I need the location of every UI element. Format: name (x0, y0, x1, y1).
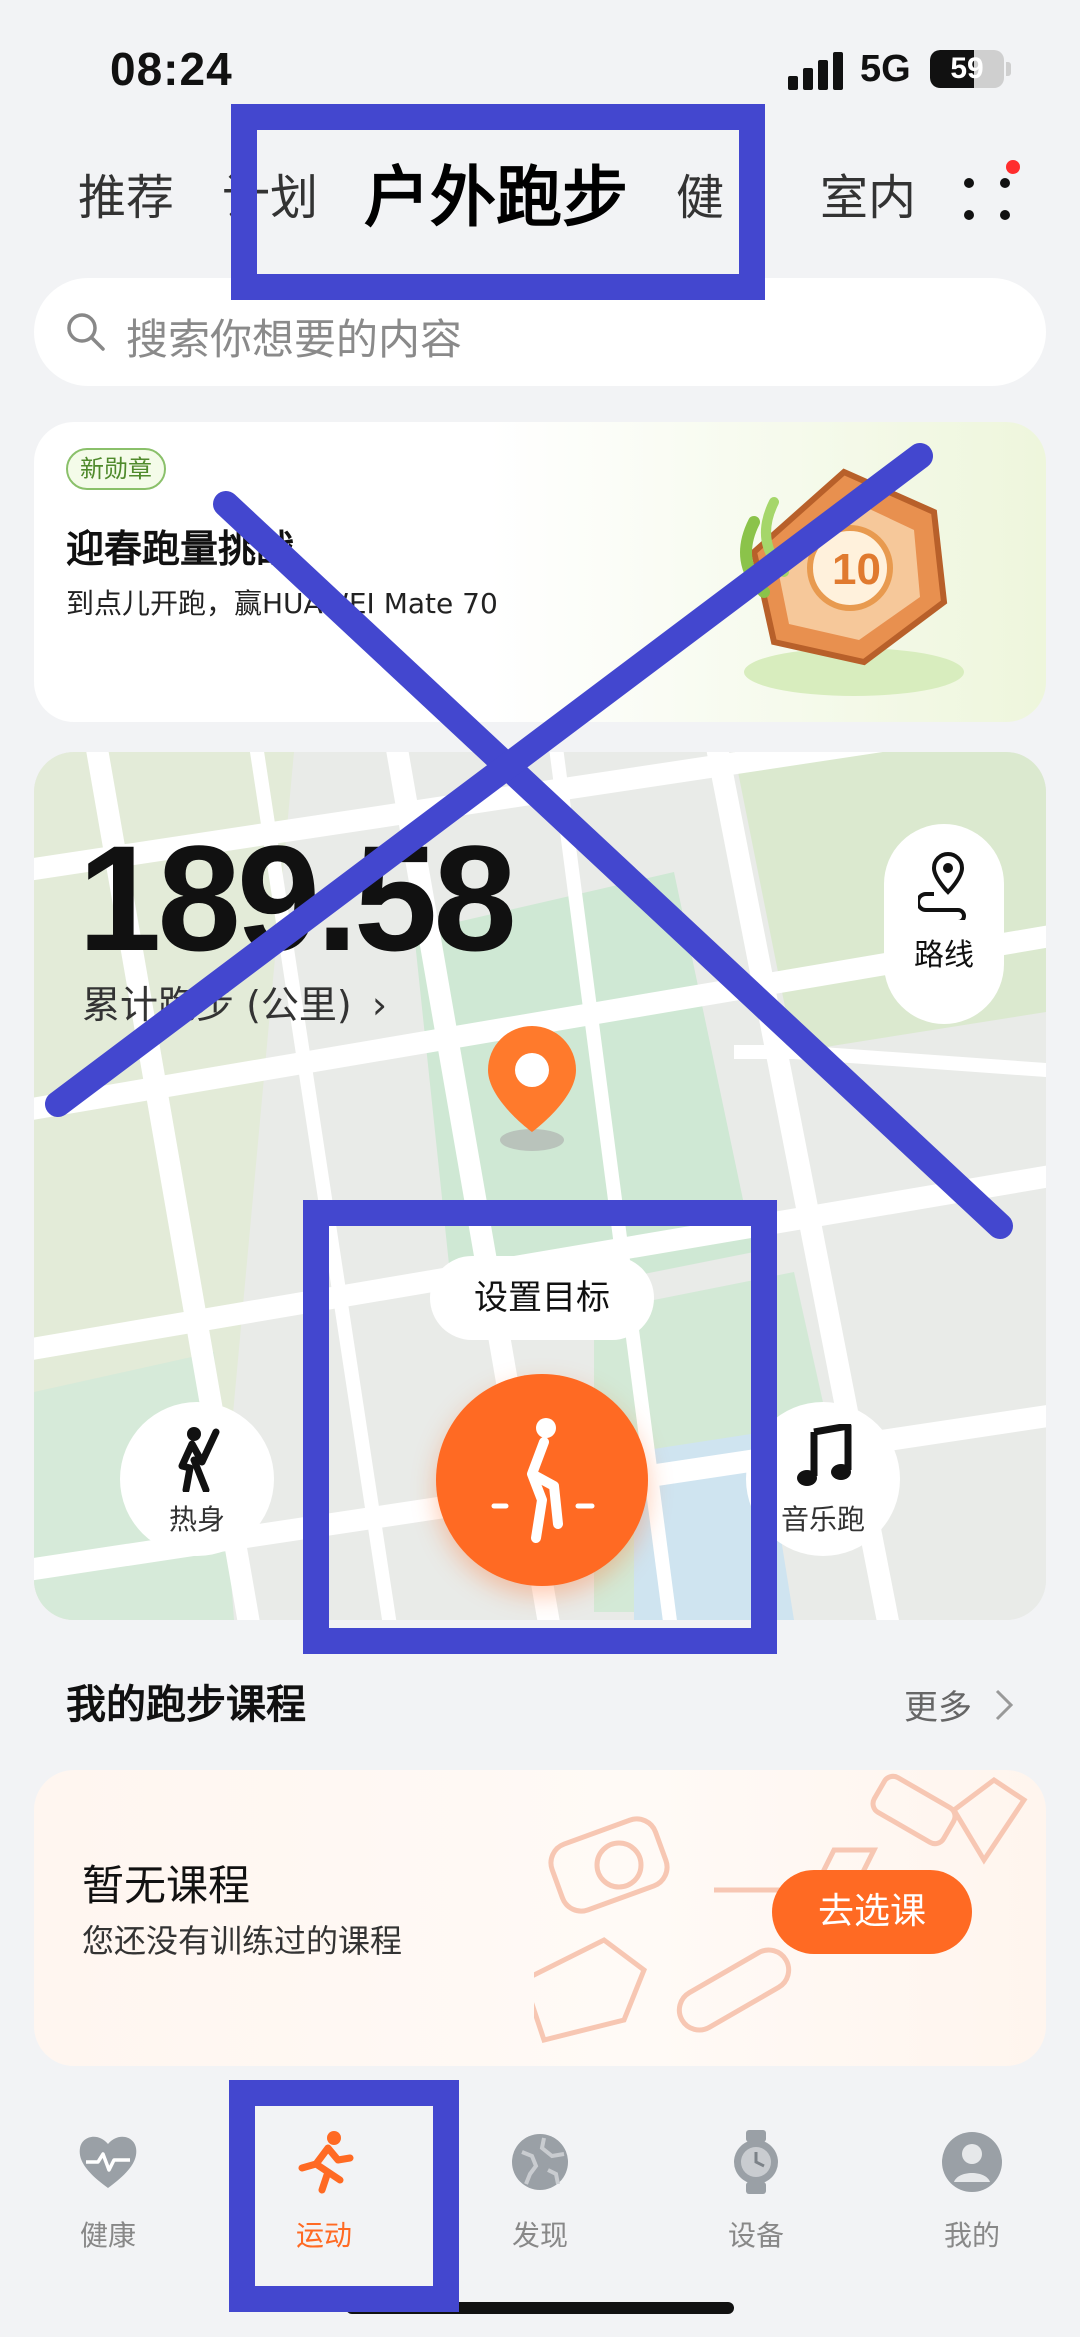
tab-recommend[interactable]: 推荐 (78, 158, 174, 228)
nav-health[interactable]: 健康 (28, 2130, 188, 2280)
music-run-button[interactable]: 音乐跑 (746, 1402, 900, 1556)
medal-icon: 10 (740, 468, 964, 696)
course-empty-card: 暂无课程 您还没有训练过的课程 去选课 (34, 1770, 1046, 2066)
status-bar: 08:24 5G 59 (0, 0, 1080, 140)
route-icon (918, 851, 966, 920)
no-course-subtitle: 您还没有训练过的课程 (82, 1922, 403, 1960)
chevron-right-icon: › (371, 983, 388, 1027)
svg-text:10: 10 (832, 545, 881, 594)
battery-level: 59 (950, 52, 984, 85)
tab-plan[interactable]: 计划 (222, 158, 318, 228)
heart-icon (79, 2136, 137, 2188)
signal-icon (788, 52, 848, 90)
choose-course-button[interactable]: 去选课 (772, 1870, 972, 1954)
promo-banner[interactable]: 新勋章 迎春跑量挑战 到点儿开跑，赢HUAWEI Mate 70 10 (34, 422, 1046, 722)
nav-devices[interactable]: 设备 (676, 2130, 836, 2280)
runner-icon (491, 1418, 595, 1543)
warmup-button[interactable]: 热身 (120, 1402, 274, 1556)
new-medal-badge: 新勋章 (66, 448, 166, 490)
globe-icon (512, 2134, 568, 2190)
more-tabs-icon[interactable] (960, 168, 1020, 228)
more-courses-link[interactable]: 更多 (904, 1680, 972, 1729)
start-run-button[interactable] (436, 1374, 648, 1586)
music-run-label: 音乐跑 (780, 1503, 865, 1536)
category-tabs: 推荐 计划 户外跑步 健 室内 (0, 140, 1080, 250)
profile-icon (942, 2132, 1002, 2192)
promo-title: 迎春跑量挑战 (66, 527, 295, 571)
tab-indoor[interactable]: 室内 (820, 158, 924, 228)
music-note-icon (797, 1424, 852, 1486)
notification-dot (1006, 160, 1020, 174)
running-icon (298, 2131, 354, 2194)
search-bar[interactable]: 搜索你想要的内容 (34, 278, 1046, 386)
nav-me[interactable]: 我的 (892, 2130, 1052, 2280)
route-button[interactable]: 路线 (884, 824, 1004, 1024)
no-course-title: 暂无课程 (82, 1861, 251, 1910)
set-goal-button[interactable]: 设置目标 (430, 1256, 654, 1340)
chevron-right-icon (995, 1689, 1014, 1721)
nav-discover-label: 发现 (511, 2219, 568, 2252)
my-courses-title: 我的跑步课程 (66, 1682, 306, 1728)
nav-exercise-label: 运动 (295, 2219, 352, 2252)
nav-health-label: 健康 (79, 2219, 136, 2252)
running-map-card: 189.58 累计跑步 (公里) › 路线 设置目标 热身 音乐跑 (34, 752, 1046, 1620)
nav-discover[interactable]: 发现 (460, 2130, 620, 2280)
total-distance-label[interactable]: 累计跑步 (公里) › (82, 974, 387, 1029)
network-type: 5G (860, 48, 911, 90)
route-label: 路线 (914, 938, 974, 973)
nav-devices-label: 设备 (727, 2219, 784, 2252)
search-placeholder: 搜索你想要的内容 (126, 315, 463, 364)
status-time: 08:24 (110, 43, 233, 95)
warmup-label: 热身 (168, 1503, 225, 1536)
watch-icon (734, 2130, 778, 2194)
location-pin-icon (488, 1026, 576, 1151)
battery-icon: 59 (930, 50, 1004, 88)
tab-outdoor-run[interactable]: 户外跑步 (364, 144, 628, 240)
home-indicator[interactable] (346, 2302, 734, 2314)
warmup-icon (178, 1427, 220, 1492)
battery-tip (1006, 62, 1011, 76)
promo-subtitle: 到点儿开跑，赢HUAWEI Mate 70 (66, 587, 498, 620)
search-icon (67, 313, 105, 351)
nav-me-label: 我的 (943, 2219, 1000, 2252)
tab-fitness[interactable]: 健 (676, 158, 724, 228)
total-distance-text: 累计跑步 (公里) (82, 983, 352, 1027)
nav-exercise[interactable]: 运动 (244, 2130, 404, 2280)
total-distance-value: 189.58 (78, 814, 517, 982)
